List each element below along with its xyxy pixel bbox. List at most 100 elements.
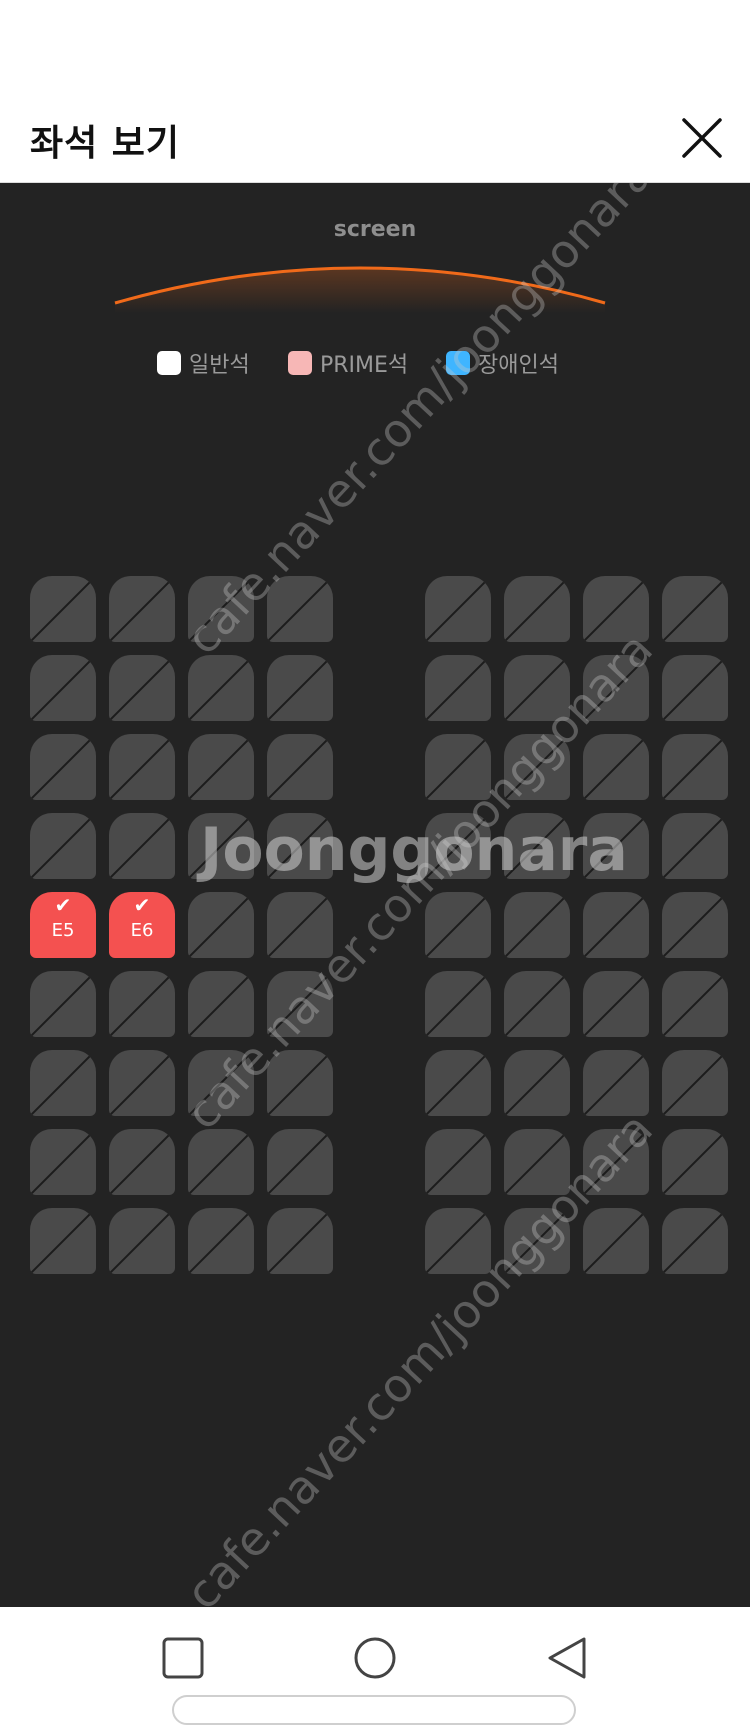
seat-unavailable[interactable] — [109, 1050, 175, 1116]
seat-unavailable[interactable] — [425, 1208, 491, 1274]
seat-unavailable[interactable] — [504, 813, 570, 879]
close-button[interactable] — [676, 112, 728, 164]
unavailable-slash-icon — [583, 971, 649, 1037]
seat-unavailable[interactable] — [662, 655, 728, 721]
unavailable-slash-icon — [188, 734, 254, 800]
recent-apps-button[interactable] — [160, 1635, 206, 1681]
unavailable-slash-icon — [583, 1208, 649, 1274]
seat-unavailable[interactable] — [504, 892, 570, 958]
seat-unavailable[interactable] — [188, 892, 254, 958]
unavailable-slash-icon — [267, 1050, 333, 1116]
seat-unavailable[interactable] — [583, 734, 649, 800]
seat-unavailable[interactable] — [188, 734, 254, 800]
seat-unavailable[interactable] — [583, 576, 649, 642]
seat-unavailable[interactable] — [662, 813, 728, 879]
seat-unavailable[interactable] — [583, 892, 649, 958]
seat-unavailable[interactable] — [109, 655, 175, 721]
seat-unavailable[interactable] — [30, 655, 96, 721]
seat-unavailable[interactable] — [109, 576, 175, 642]
seat-unavailable[interactable] — [267, 892, 333, 958]
seat-unavailable[interactable] — [425, 892, 491, 958]
seat-unavailable[interactable] — [109, 734, 175, 800]
seat-unavailable[interactable] — [662, 892, 728, 958]
seat-unavailable[interactable] — [188, 971, 254, 1037]
seat-unavailable[interactable] — [662, 734, 728, 800]
seat-unavailable[interactable] — [30, 734, 96, 800]
seat-unavailable[interactable] — [188, 655, 254, 721]
unavailable-slash-icon — [504, 1129, 570, 1195]
unavailable-slash-icon — [504, 1208, 570, 1274]
unavailable-slash-icon — [425, 1050, 491, 1116]
back-button[interactable] — [544, 1635, 590, 1681]
seat-unavailable[interactable] — [425, 1129, 491, 1195]
seat-unavailable[interactable] — [504, 734, 570, 800]
seat-unavailable[interactable] — [109, 1129, 175, 1195]
seat-unavailable[interactable] — [267, 734, 333, 800]
seat-unavailable[interactable] — [504, 971, 570, 1037]
seat-selected[interactable]: ✔ E6 — [109, 892, 175, 958]
seat-unavailable[interactable] — [662, 1129, 728, 1195]
seat-unavailable[interactable] — [188, 1208, 254, 1274]
home-button[interactable] — [352, 1635, 398, 1681]
seat-unavailable[interactable] — [267, 971, 333, 1037]
seat-unavailable[interactable] — [583, 1050, 649, 1116]
seat-unavailable[interactable] — [662, 576, 728, 642]
seat-unavailable[interactable] — [425, 576, 491, 642]
seat-unavailable[interactable] — [583, 1208, 649, 1274]
unavailable-slash-icon — [662, 813, 728, 879]
seat-unavailable[interactable] — [425, 655, 491, 721]
seat-unavailable[interactable] — [583, 971, 649, 1037]
seat-unavailable[interactable] — [504, 1208, 570, 1274]
seat-unavailable[interactable] — [425, 1050, 491, 1116]
seat-unavailable[interactable] — [30, 813, 96, 879]
seat-unavailable[interactable] — [267, 813, 333, 879]
unavailable-slash-icon — [188, 971, 254, 1037]
unavailable-slash-icon — [267, 1129, 333, 1195]
unavailable-slash-icon — [662, 892, 728, 958]
seat-unavailable[interactable] — [425, 971, 491, 1037]
seat-unavailable[interactable] — [662, 1050, 728, 1116]
seat-unavailable[interactable] — [267, 1050, 333, 1116]
seat-unavailable[interactable] — [30, 1129, 96, 1195]
seat-unavailable[interactable] — [662, 971, 728, 1037]
seat-unavailable[interactable] — [188, 813, 254, 879]
unavailable-slash-icon — [30, 655, 96, 721]
seat-unavailable[interactable] — [425, 734, 491, 800]
unavailable-slash-icon — [504, 1050, 570, 1116]
seat-unavailable[interactable] — [583, 1129, 649, 1195]
seat-unavailable[interactable] — [583, 813, 649, 879]
seat-unavailable[interactable] — [30, 1050, 96, 1116]
unavailable-slash-icon — [583, 655, 649, 721]
seat-selected[interactable]: ✔ E5 — [30, 892, 96, 958]
unavailable-slash-icon — [267, 734, 333, 800]
seat-grid: ✔ E5 ✔ E6 — [0, 183, 750, 1607]
seat-unavailable[interactable] — [188, 1050, 254, 1116]
close-icon — [682, 118, 722, 158]
unavailable-slash-icon — [267, 813, 333, 879]
seat-unavailable[interactable] — [504, 1050, 570, 1116]
unavailable-slash-icon — [504, 813, 570, 879]
seat-unavailable[interactable] — [30, 576, 96, 642]
seat-unavailable[interactable] — [188, 576, 254, 642]
unavailable-slash-icon — [267, 1208, 333, 1274]
unavailable-slash-icon — [662, 655, 728, 721]
seat-unavailable[interactable] — [109, 1208, 175, 1274]
seat-unavailable[interactable] — [109, 971, 175, 1037]
seat-unavailable[interactable] — [267, 1208, 333, 1274]
seat-unavailable[interactable] — [662, 1208, 728, 1274]
seat-unavailable[interactable] — [30, 971, 96, 1037]
seat-unavailable[interactable] — [267, 576, 333, 642]
seat-unavailable[interactable] — [267, 655, 333, 721]
seat-unavailable[interactable] — [583, 655, 649, 721]
seat-unavailable[interactable] — [267, 1129, 333, 1195]
seat-unavailable[interactable] — [30, 1208, 96, 1274]
unavailable-slash-icon — [109, 813, 175, 879]
seat-unavailable[interactable] — [425, 813, 491, 879]
check-icon: ✔ — [133, 893, 151, 917]
seat-unavailable[interactable] — [504, 1129, 570, 1195]
seat-unavailable[interactable] — [109, 813, 175, 879]
seat-unavailable[interactable] — [188, 1129, 254, 1195]
unavailable-slash-icon — [109, 1129, 175, 1195]
seat-unavailable[interactable] — [504, 576, 570, 642]
seat-unavailable[interactable] — [504, 655, 570, 721]
